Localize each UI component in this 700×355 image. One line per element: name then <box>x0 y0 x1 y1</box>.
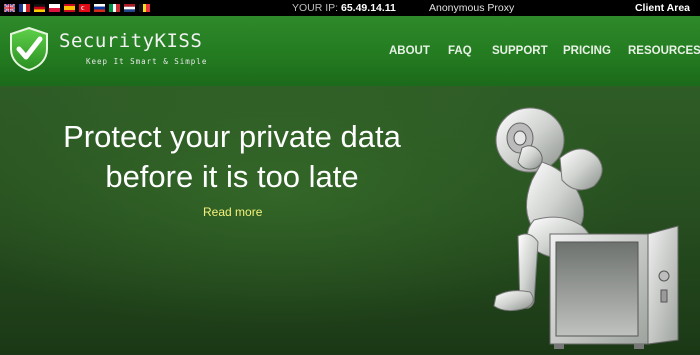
france-flag-icon[interactable] <box>19 4 30 12</box>
client-area-link[interactable]: Client Area <box>635 2 690 14</box>
brand-name[interactable]: SecurityKISS <box>59 30 202 52</box>
belgium-flag-icon[interactable] <box>139 4 150 12</box>
nav-resources[interactable]: RESOURCES <box>628 45 700 57</box>
nav-faq[interactable]: FAQ <box>448 45 472 57</box>
turkey-flag-icon[interactable] <box>79 4 90 12</box>
uk-flag-icon[interactable] <box>4 4 15 12</box>
russia-flag-icon[interactable] <box>94 4 105 12</box>
nav-pricing[interactable]: PRICING <box>563 45 611 57</box>
shield-check-logo-icon[interactable] <box>9 27 49 71</box>
nav-about[interactable]: ABOUT <box>389 45 430 57</box>
top-bar: YOUR IP: 65.49.14.11 Anonymous Proxy Cli… <box>0 0 700 16</box>
robot-with-safe-illustration <box>493 107 679 349</box>
hero-banner: Protect your private data before it is t… <box>0 86 700 355</box>
italy-flag-icon[interactable] <box>109 4 120 12</box>
proxy-status: Anonymous Proxy <box>429 2 515 14</box>
netherlands-flag-icon[interactable] <box>124 4 135 12</box>
read-more-link[interactable]: Read more <box>203 205 262 219</box>
ip-value: 65.49.14.11 <box>341 2 396 14</box>
hero-headline-line1: Protect your private data <box>63 119 401 154</box>
poland-flag-icon[interactable] <box>49 4 60 12</box>
brand-tagline: Keep It Smart & Simple <box>86 57 208 66</box>
germany-flag-icon[interactable] <box>34 4 45 12</box>
site-header: SecurityKISS Keep It Smart & Simple ABOU… <box>0 16 700 86</box>
spain-flag-icon[interactable] <box>64 4 75 12</box>
language-flags <box>4 4 150 12</box>
nav-support[interactable]: SUPPORT <box>492 45 548 57</box>
ip-label: YOUR IP: <box>292 2 339 14</box>
hero-headline-line2: before it is too late <box>105 159 359 194</box>
